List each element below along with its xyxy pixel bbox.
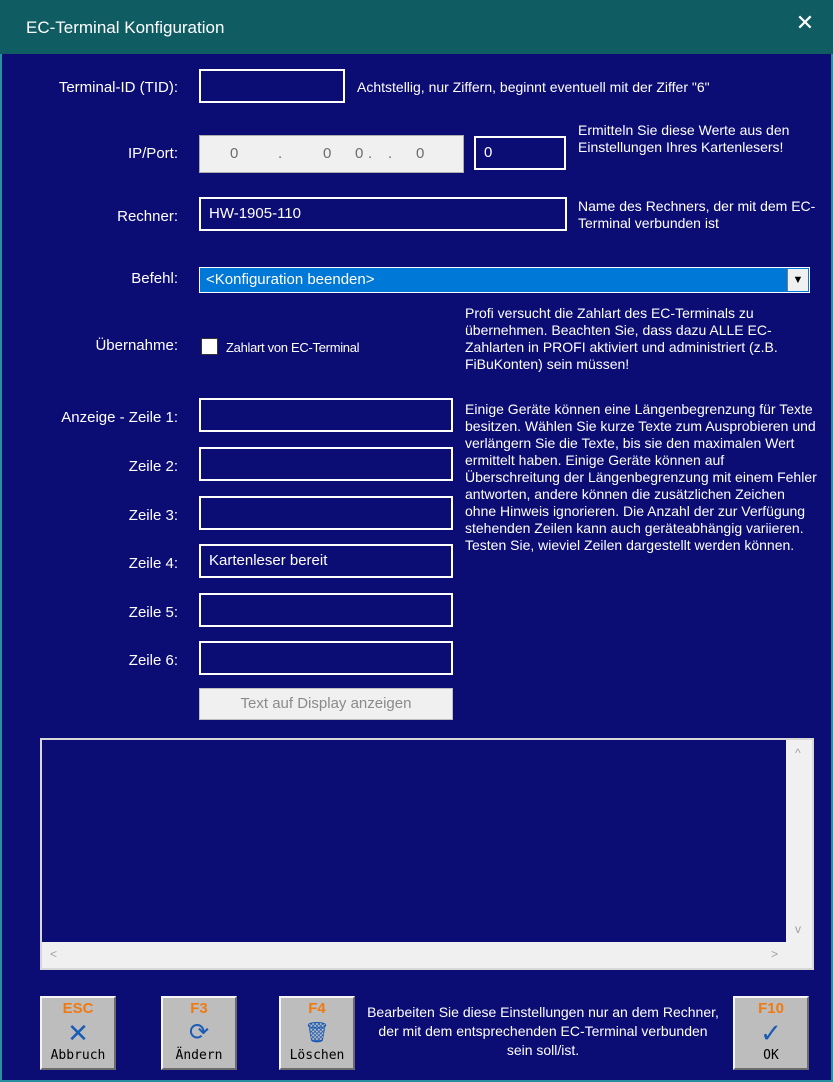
befehl-label: Befehl: (131, 270, 178, 287)
rechner-label: Rechner: (117, 208, 178, 225)
ip-octet-4: 0 (416, 145, 425, 162)
close-icon[interactable]: ✕ (791, 12, 819, 34)
uebernahme-hint: Profi versucht die Zahlart des EC-Termin… (465, 305, 778, 372)
befehl-select[interactable]: <Konfiguration beenden> ▼ (199, 267, 810, 293)
scroll-left-icon[interactable]: < (50, 947, 57, 961)
f3-key-label: F3 (190, 1000, 208, 1017)
ok-button[interactable]: F10 ✓ OK (733, 996, 809, 1070)
scroll-down-icon[interactable]: v (795, 922, 801, 936)
scrollbar-corner (786, 942, 812, 968)
display-line-6-input[interactable] (199, 641, 453, 675)
rechner-input[interactable]: HW-1905-110 (199, 197, 567, 231)
ip-label: IP/Port: (127, 145, 178, 162)
ip-dot-2: . (368, 145, 373, 162)
ip-octet-3: 0 (355, 145, 364, 162)
abbruch-button[interactable]: ESC ✕ Abbruch (40, 996, 116, 1070)
ip-octet-1: 0 (230, 145, 239, 162)
check-icon: ✓ (760, 1018, 782, 1048)
uebernahme-label: Übernahme: (95, 337, 178, 354)
loeschen-button[interactable]: F4 🗑 Löschen (279, 996, 355, 1070)
ip-dot-1: . (278, 145, 283, 162)
rechner-hint: Name des Rechners, der mit dem EC-Termin… (578, 198, 816, 231)
trash-icon: 🗑 (304, 1022, 330, 1044)
tid-input[interactable] (199, 69, 345, 103)
tid-hint: Achtstellig, nur Ziffern, beginnt eventu… (357, 79, 710, 95)
befehl-selected-value: <Konfiguration beenden> (206, 271, 375, 288)
scroll-right-icon[interactable]: > (771, 947, 778, 961)
display-line-6-label: Zeile 6: (128, 652, 178, 669)
aendern-button[interactable]: F3 ⟳ Ändern (161, 996, 237, 1070)
ip-octet-2: 0 (323, 145, 332, 162)
display-line-2-label: Zeile 2: (128, 458, 178, 475)
refresh-icon: ⟳ (188, 1019, 210, 1046)
display-line-3-label: Zeile 3: (128, 507, 178, 524)
title-bar: EC-Terminal Konfiguration ✕ (0, 0, 833, 54)
ip-dot-3: . (388, 145, 393, 162)
chevron-down-icon[interactable]: ▼ (787, 269, 808, 291)
f10-key-label: F10 (758, 1000, 784, 1017)
horizontal-scrollbar[interactable]: < > (42, 942, 786, 968)
display-line-4-input[interactable]: Kartenleser bereit (199, 544, 453, 578)
display-line-1-label: Anzeige - Zeile 1: (61, 409, 178, 426)
show-text-button[interactable]: Text auf Display anzeigen (199, 688, 453, 720)
window-title: EC-Terminal Konfiguration (26, 18, 225, 37)
footer-note: Bearbeiten Sie diese Einstellungen nur a… (367, 1004, 719, 1058)
display-line-5-label: Zeile 5: (128, 604, 178, 621)
vertical-scrollbar[interactable]: ^ v (786, 740, 812, 942)
display-line-5-input[interactable] (199, 593, 453, 627)
display-line-1-input[interactable] (199, 398, 453, 432)
zahlart-checkbox[interactable] (201, 338, 218, 355)
tid-label: Terminal-ID (TID): (58, 79, 178, 96)
ip-hint: Ermitteln Sie diese Werte aus den Einste… (578, 122, 790, 155)
x-icon: ✕ (67, 1018, 89, 1048)
display-hint: Einige Geräte können eine Längenbegrenzu… (465, 401, 817, 553)
esc-key-label: ESC (62, 1000, 94, 1017)
ok-label: OK (763, 1048, 779, 1063)
aendern-label: Ändern (175, 1048, 223, 1063)
display-line-4-label: Zeile 4: (128, 555, 178, 572)
log-output[interactable]: ^ v < > (40, 738, 814, 970)
display-line-3-input[interactable] (199, 496, 453, 530)
display-line-2-input[interactable] (199, 447, 453, 481)
port-input[interactable]: 0 (474, 136, 566, 170)
abbruch-label: Abbruch (50, 1048, 106, 1063)
f4-key-label: F4 (308, 1000, 326, 1017)
zahlart-checkbox-label[interactable]: Zahlart von EC-Terminal (226, 339, 360, 356)
loeschen-label: Löschen (289, 1048, 345, 1063)
ip-address-input[interactable]: 0 . 0 . 0 . 0 (199, 135, 464, 173)
scroll-up-icon[interactable]: ^ (795, 746, 801, 760)
